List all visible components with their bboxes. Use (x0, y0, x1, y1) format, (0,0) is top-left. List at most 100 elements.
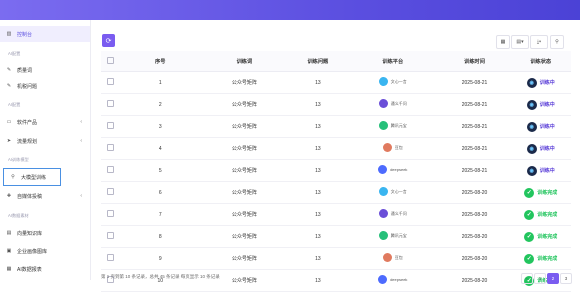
row-select-cell[interactable] (101, 269, 121, 292)
sidebar-item-model-training[interactable]: ⚲ 大模型训练 (3, 168, 61, 186)
sidebar-item-label: 机税问题 (17, 83, 38, 90)
status-label: 训练完成 (537, 256, 558, 262)
table-row[interactable]: 9 公众号矩阵 13 豆包 2025-08-20 ✓ 训练完成 (101, 247, 571, 270)
pagination-summary: 第 1 页到第 10 条记录，总共 45 条记录 每页显示 10 条记录 (101, 274, 220, 279)
cell-platform: deepseek (346, 159, 439, 182)
chevron-left-icon: ‹ (80, 138, 82, 144)
col-platform[interactable]: 训练平台 (346, 51, 439, 72)
table-row[interactable]: 7 公众号矩阵 13 通义千问 2025-08-20 ✓ 训练完成 (101, 203, 571, 226)
col-time[interactable]: 训练时间 (438, 51, 511, 72)
file-icon: ▤ (6, 230, 12, 236)
sidebar-item-label: 控制台 (17, 31, 33, 38)
cell-no: 2 (120, 93, 200, 116)
cell-word: 公众号矩阵 (199, 159, 289, 182)
grid-view-button[interactable]: ▦ (496, 35, 510, 49)
checkbox[interactable] (107, 78, 115, 85)
sidebar-item-label: 流量规划 (17, 138, 38, 145)
row-select-cell[interactable] (101, 225, 121, 248)
checkbox[interactable] (107, 144, 115, 151)
row-select-cell[interactable] (101, 247, 121, 270)
cell-word: 公众号矩阵 (199, 269, 289, 292)
checkbox[interactable] (107, 56, 115, 64)
pager-page-1[interactable]: 1 (534, 273, 546, 284)
checkbox[interactable] (107, 100, 115, 107)
sidebar-group-label: AI配置 (8, 51, 21, 56)
cell-status: ✓训练完成 (510, 225, 571, 248)
sidebar-item-report[interactable]: ▦ AI数据报表 (0, 261, 90, 277)
sidebar-item-media[interactable]: ✚ 自媒体投稿 ‹ (0, 188, 90, 204)
pager-page-2[interactable]: 2 (547, 273, 559, 284)
cell-word: 公众号矩阵 (199, 71, 289, 94)
row-select-cell[interactable] (101, 115, 121, 138)
cell-status: ◉ 训练中 (510, 137, 571, 160)
pager-prev[interactable]: ‹ (521, 273, 533, 284)
columns-button[interactable]: ▤▾ (511, 35, 529, 49)
platform-name: 豆包 (394, 254, 403, 260)
training-table: 序号 训练词 训练问题 训练平台 训练时间 训练状态 1 公众号矩阵 13 文心一言 2… (101, 51, 571, 292)
row-select-cell[interactable] (101, 159, 121, 182)
table-row[interactable]: 2 公众号矩阵 13 通义千问 2025-08-21 ◉ 训练中 (101, 93, 571, 116)
platform-name: 通义千问 (390, 100, 407, 106)
select-all-cell[interactable] (101, 51, 121, 72)
export-button[interactable]: ⤓▾ (530, 35, 548, 49)
sidebar-item-label: 企业画像图库 (17, 248, 48, 255)
cell-no: 4 (120, 137, 200, 160)
status-label: 训练中 (539, 80, 555, 86)
sidebar-item-knowledge[interactable]: ▤ 向量知识库 (0, 225, 90, 241)
training-icon: ◉ (526, 143, 537, 154)
checkbox[interactable] (107, 254, 115, 261)
row-select-cell[interactable] (101, 203, 121, 226)
platform-logo-icon (378, 187, 388, 196)
checkbox[interactable] (107, 232, 115, 239)
platform-name: deepseek (390, 167, 408, 172)
cell-status: ◉ 训练中 (510, 71, 571, 94)
checkbox[interactable] (107, 210, 115, 217)
table-row[interactable]: 8 公众号矩阵 13 腾讯元宝 2025-08-20 ✓ 训练完成 (101, 225, 571, 248)
checkbox[interactable] (107, 122, 115, 129)
plus-icon: ✚ (6, 193, 12, 199)
chart-icon: ▥ (6, 31, 12, 37)
table-row[interactable]: 5 公众号矩阵 13 deepseek 2025-08-21 ◉ 训练中 (101, 159, 571, 182)
edit-icon: ✎ (6, 83, 12, 89)
row-select-cell[interactable] (101, 181, 121, 204)
sidebar: ▥ 控制台 AI配置 ✎ 质量词 ✎ 机税问题 AI配置 ▭ 软件产品 ‹ ➤ … (0, 20, 91, 280)
sidebar-group-label: AI配置 (8, 102, 21, 107)
status-label: 训练完成 (537, 212, 558, 218)
check-icon: ✓ (524, 231, 535, 242)
cell-status: ◉ 训练中 (510, 115, 571, 138)
cell-word: 公众号矩阵 (199, 247, 289, 270)
col-question[interactable]: 训练问题 (288, 51, 347, 72)
sidebar-item-questions[interactable]: ✎ 机税问题 (0, 78, 90, 94)
platform-logo-icon (378, 121, 388, 130)
refresh-button[interactable]: ⟳ (102, 34, 115, 47)
cell-time: 2025-08-20 (438, 269, 511, 292)
col-status[interactable]: 训练状态 (510, 51, 571, 72)
sidebar-item-gallery[interactable]: ▣ 企业画像图库 (0, 243, 90, 259)
sidebar-item-quality[interactable]: ✎ 质量词 (0, 62, 90, 78)
sidebar-item-dashboard[interactable]: ▥ 控制台 (0, 26, 90, 42)
table-row[interactable]: 1 公众号矩阵 13 文心一言 2025-08-21 ◉ 训练中 (101, 71, 571, 94)
row-select-cell[interactable] (101, 137, 121, 160)
platform-logo-icon (378, 209, 388, 218)
checkbox[interactable] (107, 166, 115, 173)
table-row[interactable]: 10公众号矩阵13deepseek2025-08-20✓训练完成 (101, 269, 571, 292)
brush-icon: ✎ (6, 67, 12, 73)
row-select-cell[interactable] (101, 93, 121, 116)
table-row[interactable]: 3 公众号矩阵 13 腾讯元宝 2025-08-21 ◉ 训练中 (101, 115, 571, 138)
sidebar-item-traffic[interactable]: ➤ 流量规划 ‹ (0, 133, 90, 149)
table-row[interactable]: 4 公众号矩阵 13 豆包 2025-08-21 ◉ 训练中 (101, 137, 571, 160)
row-select-cell[interactable] (101, 71, 121, 94)
download-icon: ⤓▾ (536, 39, 542, 45)
chevron-left-icon: ‹ (80, 119, 82, 125)
checkbox[interactable] (107, 188, 115, 195)
cell-time: 2025-08-21 (438, 137, 511, 160)
col-word[interactable]: 训练词 (199, 51, 289, 72)
search-toggle-button[interactable]: ⚲ (550, 35, 564, 49)
col-no[interactable]: 序号 (120, 51, 200, 72)
pager-page-3[interactable]: 3 (560, 273, 572, 284)
table-row[interactable]: 6 公众号矩阵 13 文心一言 2025-08-20 ✓ 训练完成 (101, 181, 571, 204)
sidebar-item-software[interactable]: ▭ 软件产品 ‹ (0, 114, 90, 130)
training-icon: ◉ (526, 99, 537, 110)
cell-word: 公众号矩阵 (199, 93, 289, 116)
cell-question: 13 (288, 137, 347, 160)
